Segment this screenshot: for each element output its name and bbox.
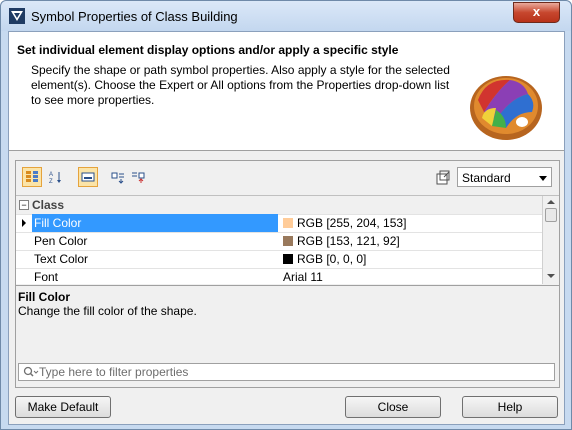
properties-toolbar: A Z Standard — [16, 161, 559, 193]
description-title: Fill Color — [18, 290, 70, 304]
palette-icon — [470, 76, 542, 140]
categorized-view-button[interactable] — [22, 167, 42, 187]
property-row-text-color[interactable]: Text Color RGB [0, 0, 0] — [16, 250, 542, 269]
close-window-button[interactable]: x — [513, 2, 560, 23]
property-name: Font — [34, 270, 59, 284]
dialog-body: Set individual element display options a… — [8, 31, 565, 425]
apply-style-button[interactable] — [433, 167, 453, 187]
help-button[interactable]: Help — [462, 396, 558, 418]
property-description-box: Fill Color Change the fill color of the … — [16, 285, 559, 349]
expand-all-button[interactable] — [108, 167, 128, 187]
property-value[interactable]: RGB [153, 121, 92] — [297, 234, 400, 248]
sort-alphabetical-icon: A Z — [49, 172, 61, 184]
header-title: Set individual element display options a… — [17, 43, 399, 57]
close-icon: x — [532, 4, 541, 19]
scroll-down-icon[interactable] — [547, 274, 555, 278]
property-value[interactable]: Arial 11 — [283, 270, 323, 284]
property-value[interactable]: RGB [0, 0, 0] — [297, 252, 366, 266]
collapse-all-button[interactable] — [128, 167, 148, 187]
color-swatch — [283, 254, 293, 264]
title-bar[interactable]: Symbol Properties of Class Building x — [1, 1, 571, 31]
dialog-header: Set individual element display options a… — [9, 32, 564, 151]
property-name: Text Color — [34, 252, 89, 266]
properties-grid: − Class Fill Color RGB [255, 204, 153] P… — [16, 195, 559, 284]
group-row-class[interactable]: − Class — [16, 196, 542, 215]
property-name: Pen Color — [34, 234, 88, 248]
property-value[interactable]: RGB [255, 204, 153] — [297, 216, 406, 230]
header-description: Specify the shape or path symbol propert… — [31, 63, 450, 107]
show-description-button[interactable] — [78, 167, 98, 187]
dialog-window: Symbol Properties of Class Building x Se… — [0, 0, 572, 430]
close-button[interactable]: Close — [345, 396, 441, 418]
sort-alphabetical-button[interactable]: A Z — [46, 167, 66, 187]
property-row-font[interactable]: Font Arial 11 — [16, 268, 542, 284]
svg-text:Z: Z — [49, 179, 53, 184]
properties-mode-select[interactable]: Standard — [457, 167, 552, 187]
make-default-button[interactable]: Make Default — [15, 396, 111, 418]
properties-mode-value: Standard — [462, 171, 511, 185]
search-icon — [23, 366, 39, 377]
collapse-icon[interactable]: − — [19, 200, 29, 210]
scroll-up-icon[interactable] — [547, 200, 555, 204]
property-name: Fill Color — [34, 216, 82, 230]
expand-all-icon — [111, 172, 124, 184]
window-title: Symbol Properties of Class Building — [31, 9, 238, 24]
show-description-icon — [81, 172, 95, 182]
property-row-pen-color[interactable]: Pen Color RGB [153, 121, 92] — [16, 232, 542, 251]
svg-text:A: A — [49, 172, 53, 178]
categorized-view-icon — [26, 171, 38, 182]
grid-scrollbar[interactable] — [542, 196, 559, 284]
collapse-all-icon — [132, 172, 145, 183]
color-swatch — [283, 218, 293, 228]
apply-style-icon — [436, 170, 450, 185]
filter-input[interactable] — [39, 365, 539, 379]
property-row-fill-color[interactable]: Fill Color RGB [255, 204, 153] — [16, 214, 542, 233]
filter-field[interactable] — [18, 363, 555, 381]
properties-panel: A Z Standard − Class Fill Color RGB [255… — [15, 160, 560, 388]
app-icon — [9, 8, 25, 24]
chevron-down-icon — [539, 176, 547, 181]
color-swatch — [283, 236, 293, 246]
description-text: Change the fill color of the shape. — [18, 304, 197, 318]
current-row-arrow-icon — [22, 219, 26, 227]
group-label: Class — [32, 198, 65, 212]
scroll-thumb[interactable] — [545, 208, 557, 222]
